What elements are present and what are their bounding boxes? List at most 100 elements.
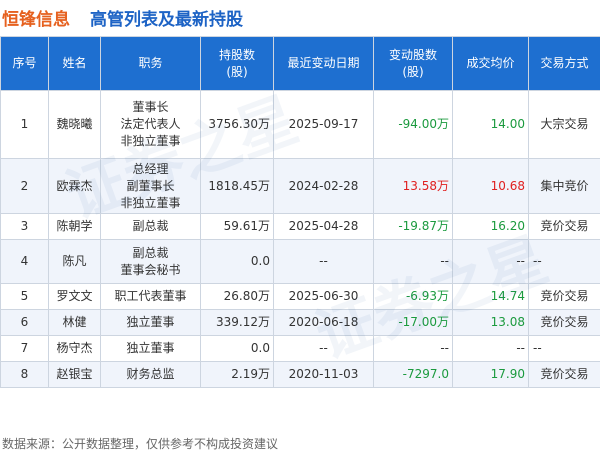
row-index: 1 (0, 90, 49, 159)
role-text: 独立董事 (126, 341, 175, 355)
avg-price: 13.08 (452, 309, 529, 336)
last-change-date: -- (273, 335, 374, 362)
table-row: 6 林健 独立董事 339.12万 2020-06-18 -17.00万 13.08 竞价交易 (0, 309, 600, 336)
shares-held: 1818.45万 (200, 158, 274, 214)
avg-price: 14.00 (452, 90, 529, 159)
table-row: 1 魏晓曦 董事长 法定代表人 非独立董事 3756.30万 2025-09-17 -94.0… (0, 90, 600, 159)
executive-name: 魏晓曦 (48, 90, 101, 159)
column-header-idx: 序号 (0, 36, 49, 91)
column-header-text: 姓名 (62, 56, 87, 70)
shares-held: 0.0 (200, 239, 274, 284)
role-text: 副总裁 (132, 219, 169, 233)
trade-method: 竞价交易 (528, 213, 600, 240)
column-header-change: 变动股数 (股) (373, 36, 453, 91)
executive-holdings-table: 序号 姓名 职务 持股数 (股) 最近变动日期 变动股数 (股) 成交均价 交易方式 1 魏晓曦 董事… (0, 36, 600, 388)
trade-method: -- (528, 239, 600, 284)
executive-roles: 董事长法定代表人非独立董事 (100, 90, 201, 159)
trade-method: 大宗交易 (528, 90, 600, 159)
column-header-text: 持股数 (218, 47, 255, 62)
column-header-shares: 持股数 (股) (200, 36, 274, 91)
change-shares: -- (373, 335, 453, 362)
column-header-text: 序号 (12, 56, 37, 70)
data-source-note: 数据来源：公开数据整理，仅供参考不构成投资建议 (2, 437, 279, 451)
last-change-date: 2020-11-03 (273, 361, 374, 388)
avg-price: 16.20 (452, 213, 529, 240)
role-text: 独立董事 (126, 315, 175, 329)
executive-roles: 副总裁 董事会秘书 (100, 239, 201, 284)
shares-held: 339.12万 (200, 309, 274, 336)
shares-held: 0.0 (200, 335, 274, 362)
last-change-date: 2025-09-17 (273, 90, 374, 159)
trade-method: 集中竞价 (528, 158, 600, 214)
executive-name: 欧霖杰 (48, 158, 101, 214)
avg-price: -- (452, 335, 529, 362)
executive-name: 罗文文 (48, 283, 101, 310)
executive-roles: 财务总监 (100, 361, 201, 388)
column-header-text: 交易方式 (540, 56, 589, 70)
table-header-row: 序号 姓名 职务 持股数 (股) 最近变动日期 变动股数 (股) 成交均价 交易方式 (0, 36, 600, 91)
table-row: 3 陈朝学 副总裁 59.61万 2025-04-28 -19.87万 16.20 竞价交易 (0, 213, 600, 240)
executive-name: 林健 (48, 309, 101, 336)
change-shares: -- (373, 239, 453, 284)
role-text: 法定代表人 (120, 117, 181, 131)
table-row: 7 杨守杰 独立董事 0.0 -- -- -- -- (0, 335, 600, 362)
change-shares: -7297.0 (373, 361, 453, 388)
role-text: 职工代表董事 (114, 289, 187, 303)
executive-roles: 总经理 副董事长 非独立董事 (100, 158, 201, 214)
shares-held: 2.19万 (200, 361, 274, 388)
role-text: 副董事长 (126, 178, 175, 193)
avg-price: 14.74 (452, 283, 529, 310)
executive-roles: 独立董事 (100, 309, 201, 336)
executive-name: 赵银宝 (48, 361, 101, 388)
row-index: 2 (0, 158, 49, 214)
change-shares: -17.00万 (373, 309, 453, 336)
executive-name: 陈朝学 (48, 213, 101, 240)
table-row: 2 欧霖杰 总经理 副董事长 非独立董事 1818.45万 2024-02-28 13.58万… (0, 158, 600, 214)
column-header-text: (股) (226, 64, 248, 79)
executive-roles: 副总裁 (100, 213, 201, 240)
role-text: 董事会秘书 (120, 262, 181, 277)
table-row: 5 罗文文 职工代表董事 26.80万 2025-06-30 -6.93万 14.74 竞价交… (0, 283, 600, 310)
column-header-text: 最近变动日期 (287, 56, 360, 70)
change-shares: 13.58万 (373, 158, 453, 214)
table-row: 8 赵银宝 财务总监 2.19万 2020-11-03 -7297.0 17.90 竞价交易 (0, 361, 600, 388)
row-index: 5 (0, 283, 49, 310)
avg-price: -- (452, 239, 529, 284)
shares-held: 3756.30万 (200, 90, 274, 159)
role-text: 财务总监 (126, 367, 175, 381)
role-text: 副总裁 (132, 245, 169, 260)
column-header-text: 变动股数 (388, 47, 437, 62)
last-change-date: 2025-04-28 (273, 213, 374, 240)
company-name: 恒锋信息 (2, 10, 70, 30)
role-text: 董事长 (132, 100, 169, 114)
avg-price: 10.68 (452, 158, 529, 214)
role-text: 总经理 (132, 161, 169, 176)
row-index: 8 (0, 361, 49, 388)
trade-method: -- (528, 335, 600, 362)
change-shares: -19.87万 (373, 213, 453, 240)
table-body: 1 魏晓曦 董事长 法定代表人 非独立董事 3756.30万 2025-09-17 -94.0… (0, 90, 600, 388)
column-header-price: 成交均价 (452, 36, 529, 91)
row-index: 4 (0, 239, 49, 284)
column-header-name: 姓名 (48, 36, 101, 91)
avg-price: 17.90 (452, 361, 529, 388)
change-shares: -94.00万 (373, 90, 453, 159)
shares-held: 26.80万 (200, 283, 274, 310)
column-header-date: 最近变动日期 (273, 36, 374, 91)
table-row: 4 陈凡 副总裁 董事会秘书 0.0 -- -- -- -- (0, 239, 600, 284)
executive-name: 陈凡 (48, 239, 101, 284)
trade-method: 竞价交易 (528, 309, 600, 336)
executive-roles: 职工代表董事 (100, 283, 201, 310)
page-header: 恒锋信息 高管列表及最新持股 (0, 0, 600, 36)
row-index: 6 (0, 309, 49, 336)
role-text: 非独立董事 (120, 134, 181, 148)
column-header-text: 成交均价 (466, 56, 515, 70)
last-change-date: 2025-06-30 (273, 283, 374, 310)
shares-held: 59.61万 (200, 213, 274, 240)
row-index: 3 (0, 213, 49, 240)
trade-method: 竞价交易 (528, 283, 600, 310)
last-change-date: -- (273, 239, 374, 284)
trade-method: 竞价交易 (528, 361, 600, 388)
column-header-roles: 职务 (100, 36, 201, 91)
last-change-date: 2020-06-18 (273, 309, 374, 336)
